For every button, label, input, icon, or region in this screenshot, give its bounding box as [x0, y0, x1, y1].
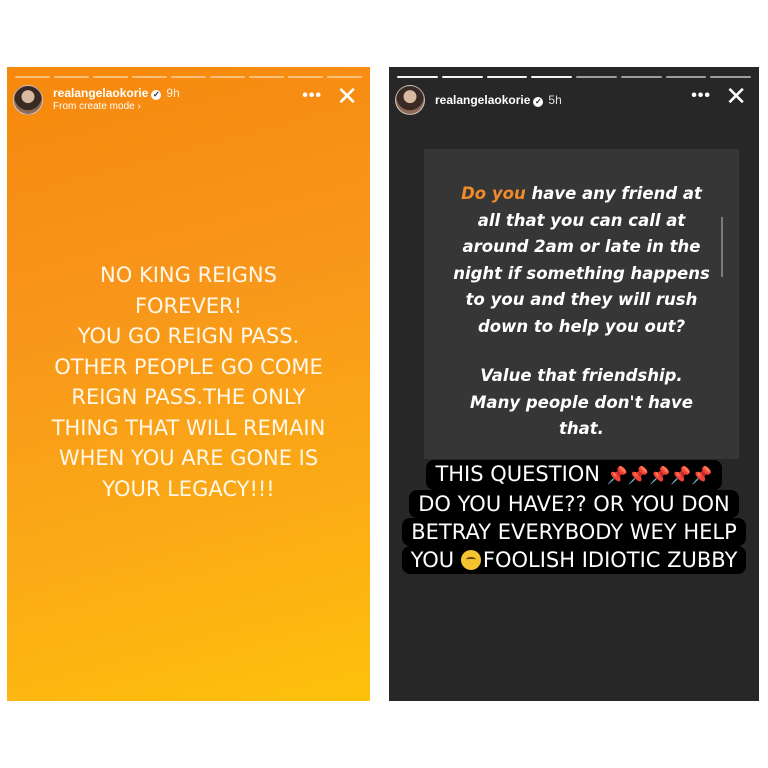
close-icon[interactable]: ✕ [725, 83, 747, 109]
caption-line: YOU FOOLISH IDIOTIC ZUBBY [401, 546, 747, 574]
story-line: NO KING REIGNS [100, 263, 277, 287]
story-text: NO KING REIGNS FOREVER! YOU GO REIGN PAS… [7, 260, 370, 504]
progress-segment [397, 76, 438, 78]
caption-line: BETRAY EVERYBODY WEY HELP [402, 518, 746, 546]
story-line: THING THAT WILL REMAIN [51, 415, 326, 440]
story-line: YOUR LEGACY!!! [102, 476, 275, 501]
progress-segment [93, 76, 128, 78]
pushpin-icon: 📌📌📌📌📌 [606, 466, 713, 486]
question-card: Do you have any friend at all that you c… [424, 149, 739, 459]
card-line: around 2am or late in the [462, 237, 701, 256]
story-panel-right[interactable]: realangelaokorie ✓ 5h ••• ✕ Do you have an… [389, 67, 759, 701]
progress-segment [288, 76, 323, 78]
story-progress-bar [15, 76, 362, 78]
card-line: Value that friendship. [480, 366, 683, 385]
progress-segment [249, 76, 284, 78]
card-line: to you and they will rush [465, 290, 698, 309]
avatar[interactable] [13, 85, 43, 115]
caption-text: YOU [410, 548, 455, 572]
username[interactable]: realangelaokorie ✓ 5h [435, 93, 562, 107]
rolling-eyes-emoji-icon [460, 550, 481, 570]
progress-segment [620, 76, 662, 78]
progress-segment [486, 76, 528, 78]
story-line: YOU GO REIGN PASS. [77, 324, 300, 348]
card-line: all that you can call at [477, 210, 686, 230]
caption-text: THIS QUESTION [435, 462, 601, 486]
card-line-rest: have any friend at [525, 184, 702, 203]
username-text[interactable]: realangelaokorie [435, 93, 530, 107]
card-spacer [424, 340, 739, 363]
story-line: WHEN YOU ARE GONE IS [58, 446, 319, 470]
username[interactable]: realangelaokorie ✓ 9h [53, 86, 180, 100]
progress-segment [576, 76, 617, 78]
card-line: Do you have any friend at [424, 181, 739, 208]
caption-line: THIS QUESTION 📌📌📌📌📌 [426, 460, 722, 490]
verified-badge-icon: ✓ [151, 90, 162, 100]
progress-segment [210, 76, 245, 78]
close-icon[interactable]: ✕ [336, 83, 358, 109]
post-time: 9h [166, 86, 180, 100]
progress-segment [132, 76, 167, 78]
progress-segment [531, 76, 572, 78]
progress-segment [665, 76, 707, 78]
story-line: OTHER PEOPLE GO COME [54, 354, 323, 379]
caption-line: DO YOU HAVE?? OR YOU DON [409, 490, 739, 518]
story-progress-bar [397, 76, 751, 78]
story-line: FOREVER! [134, 293, 243, 318]
story-header: realangelaokorie ✓ 5h ••• ✕ [395, 83, 753, 119]
card-line: night if something happens [453, 263, 710, 283]
progress-segment [441, 76, 483, 78]
progress-segment [327, 76, 362, 78]
story-panel-left[interactable]: realangelaokorie ✓ 9h From create mode › •… [7, 67, 370, 701]
card-accent-text: Do you [461, 184, 526, 203]
story-line: REIGN PASS.THE ONLY [71, 385, 306, 409]
more-horizontal-icon[interactable]: ••• [691, 87, 711, 105]
subtitle[interactable]: From create mode › [53, 101, 141, 112]
post-time: 5h [548, 93, 562, 107]
progress-segment [171, 76, 206, 78]
progress-segment [15, 76, 50, 78]
card-text: Do you have any friend at all that you c… [424, 181, 739, 443]
username-text[interactable]: realangelaokorie [53, 86, 148, 100]
more-horizontal-icon[interactable]: ••• [302, 87, 322, 105]
caption-text: FOOLISH IDIOTIC ZUBBY [482, 548, 738, 572]
progress-segment [710, 76, 751, 78]
story-caption: THIS QUESTION 📌📌📌📌📌 DO YOU HAVE?? OR YOU… [389, 460, 759, 574]
story-header: realangelaokorie ✓ 9h From create mode › •… [13, 83, 364, 119]
progress-segment [54, 76, 89, 78]
verified-badge-icon: ✓ [533, 97, 544, 107]
card-line: down to help you out? [477, 316, 686, 336]
card-line: Many people don't have [470, 392, 693, 412]
card-line: that. [559, 419, 604, 438]
avatar[interactable] [395, 85, 425, 115]
